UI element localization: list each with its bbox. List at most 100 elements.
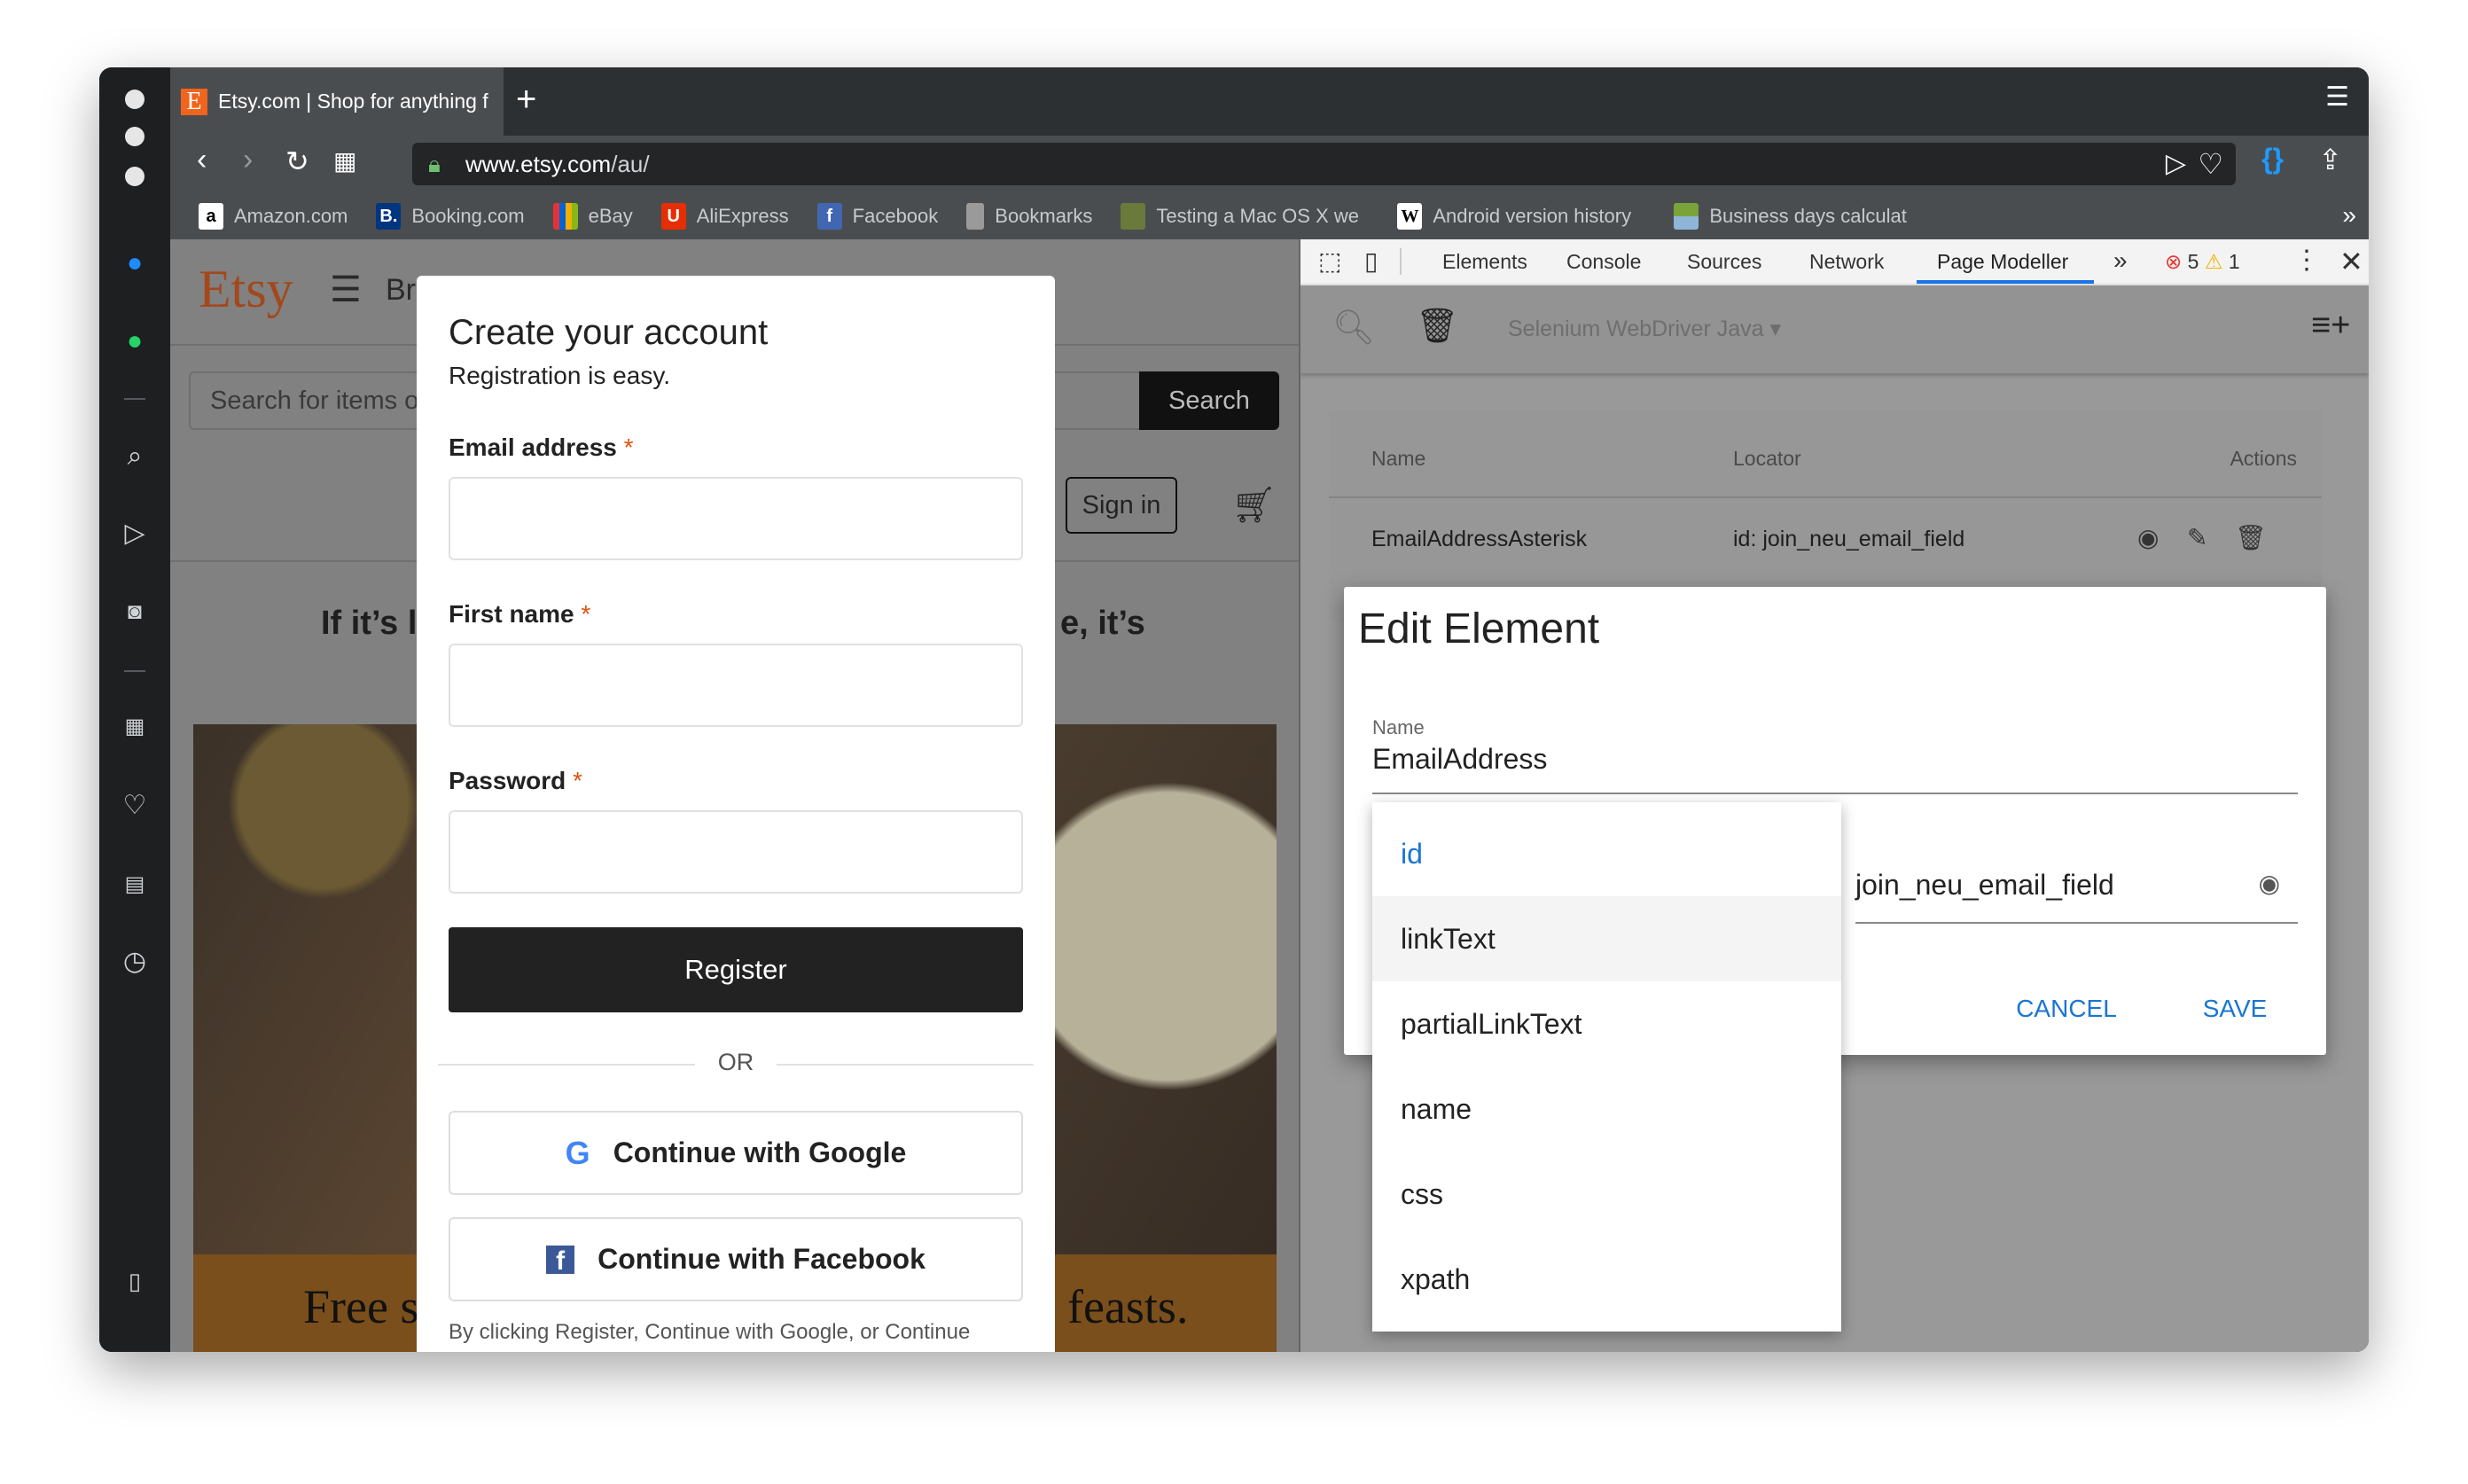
search-document-icon[interactable]: 🔍︎ [1332, 309, 1375, 348]
browser-window: ● ● ⌕ ▷ ◙ ▦ ♡ ▤ ◷ ▯ E Etsy.com | Shop fo… [99, 67, 2369, 1352]
table-row[interactable]: EmailAddressAsterisk id: join_neu_email_… [1329, 498, 2322, 582]
sidebar-toggle-icon[interactable]: ▯ [117, 1263, 152, 1299]
close-window-button[interactable] [125, 90, 144, 109]
more-bookmarks-icon[interactable]: » [2342, 201, 2356, 230]
cancel-button[interactable]: CANCEL [1991, 995, 2142, 1023]
locator-type-dropdown: id linkText partialLinkText name css xpa… [1372, 802, 1841, 1332]
locator-value-input[interactable]: join_neu_email_field ◉ [1855, 869, 2298, 924]
edit-icon[interactable]: ✎ [2187, 523, 2207, 552]
zoom-window-button[interactable] [125, 167, 144, 186]
cart-icon[interactable]: 🛒︎ [1231, 484, 1277, 526]
headline-left: If it’s l [321, 605, 418, 642]
divider [124, 670, 145, 672]
password-field[interactable] [449, 810, 1023, 894]
dialog-title: Edit Element [1358, 605, 1600, 652]
browser-tab[interactable]: E Etsy.com | Shop for anything f [170, 67, 504, 136]
bookmarks-bar: a Amazon.com B. Booking.com eBay U AliExpre… [170, 192, 2369, 239]
heart-icon[interactable]: ♡ [117, 788, 152, 824]
reload-icon[interactable]: ↻ [285, 144, 309, 178]
bookmark-bookmarks[interactable]: Bookmarks [966, 202, 1092, 230]
tab-page-modeller[interactable]: Page Modeller [1937, 250, 2068, 274]
address-bar-row: ‹ › ↻ ▦ 🔒︎ www.etsy.com/au/ ▷ ♡ {} ⇪ [170, 136, 2369, 192]
news-icon[interactable]: ▤ [117, 867, 152, 902]
inspect-element-icon[interactable]: ⬚ [1318, 246, 1341, 276]
name-input[interactable]: EmailAddress [1372, 743, 2298, 794]
email-field[interactable] [449, 477, 1023, 560]
option-xpath[interactable]: xpath [1372, 1237, 1841, 1322]
banner-text-left: Free s [303, 1280, 419, 1333]
kebab-menu-icon[interactable]: ⋮ [2293, 245, 2320, 276]
add-list-icon[interactable]: ≡+ [2311, 307, 2350, 345]
eye-icon[interactable]: ◉ [2259, 869, 2280, 898]
menu-icon[interactable]: ☰ [330, 269, 362, 310]
bookmark-android-history[interactable]: W Android version history [1397, 202, 1645, 230]
option-linktext[interactable]: linkText [1372, 896, 1841, 981]
save-button[interactable]: SAVE [2177, 995, 2292, 1023]
register-button[interactable]: Register [449, 927, 1023, 1012]
bookmark-aliexpress[interactable]: U AliExpress [660, 202, 789, 230]
eye-icon[interactable]: ◉ [2137, 523, 2159, 552]
bookmark-facebook[interactable]: f Facebook [816, 202, 938, 230]
plus-icon[interactable]: + [516, 80, 536, 120]
device-toolbar-icon[interactable]: ▯ [1364, 246, 1378, 276]
or-separator: OR [717, 1049, 754, 1075]
option-id[interactable]: id [1372, 811, 1841, 896]
more-tabs-button[interactable]: » [2113, 246, 2128, 275]
continue-facebook-button[interactable]: f Continue with Facebook [449, 1217, 1023, 1301]
sign-in-button[interactable]: Sign in [1066, 477, 1177, 534]
share-icon[interactable]: ⇪ [2318, 143, 2342, 176]
delete-icon[interactable]: 🗑︎ [2235, 523, 2267, 552]
close-devtools-icon[interactable]: ✕ [2339, 245, 2363, 278]
search-icon[interactable]: ⌕ [117, 439, 152, 474]
page-modeller-toolbar: 🔍︎ 🗑︎ Selenium WebDriver Java ▾ ≡+ ‹› [1300, 285, 2369, 373]
column-header-locator: Locator [1733, 447, 1801, 470]
tab-sources[interactable]: Sources [1687, 250, 1761, 274]
messenger-icon[interactable]: ● [117, 246, 152, 281]
tab-menu-icon[interactable]: ☰ [2325, 82, 2349, 113]
bookmark-business-days[interactable]: Business days calculat [1674, 202, 1917, 230]
delete-list-icon[interactable]: 🗑︎ [1416, 307, 1458, 346]
tab-network[interactable]: Network [1809, 250, 1884, 274]
url-field[interactable]: 🔒︎ www.etsy.com/au/ ▷ ♡ [412, 143, 2236, 185]
tab-console[interactable]: Console [1566, 250, 1641, 274]
error-icon: ⊗ [2165, 250, 2183, 273]
devtools-panel: ⬚ ▯ Elements Console Sources Network Pag… [1300, 239, 2369, 1352]
tab-title: Etsy.com | Shop for anything f [218, 90, 488, 113]
url-domain: www.etsy.com [465, 151, 612, 177]
issues-counter[interactable]: ⊗ 5 ⚠ 1 [2165, 250, 2240, 274]
google-icon: G [565, 1134, 590, 1171]
first-name-field[interactable] [449, 644, 1023, 727]
option-partiallinktext[interactable]: partialLinkText [1372, 981, 1841, 1066]
send-icon[interactable]: ▷ [117, 516, 152, 551]
bookmark-ebay[interactable]: eBay [552, 202, 633, 230]
url-path: /au/ [611, 151, 650, 177]
etsy-search-button[interactable]: Search [1139, 371, 1279, 430]
back-icon[interactable]: ‹ [197, 143, 207, 177]
etsy-logo[interactable]: Etsy [199, 259, 293, 320]
send-page-icon[interactable]: ▷ [2166, 143, 2186, 185]
first-name-label: First name * [449, 600, 591, 628]
devtools-tab-bar: ⬚ ▯ Elements Console Sources Network Pag… [1300, 239, 2369, 285]
bookmark-amazon[interactable]: a Amazon.com [199, 202, 348, 230]
minimize-window-button[interactable] [125, 127, 144, 146]
devtools-splitter[interactable] [1299, 239, 1300, 1352]
speed-dial-icon[interactable]: ▦ [117, 709, 152, 745]
option-name[interactable]: name [1372, 1066, 1841, 1152]
forward-icon[interactable]: › [243, 143, 253, 177]
email-label: Email address * [449, 433, 634, 461]
bookmark-testing-mac[interactable]: Testing a Mac OS X we [1121, 202, 1369, 230]
tiles-icon[interactable]: ▦ [333, 146, 356, 176]
web-page: Etsy ☰ Br Search for items or shops Sear… [170, 239, 1300, 1352]
clock-icon[interactable]: ◷ [117, 944, 152, 980]
extension-braces-icon[interactable]: {} [2261, 143, 2284, 176]
bookmark-heart-icon[interactable]: ♡ [2198, 143, 2223, 185]
framework-select[interactable]: Selenium WebDriver Java ▾ [1508, 316, 1781, 342]
browse-link[interactable]: Br [386, 273, 416, 308]
facebook-icon: f [546, 1245, 575, 1276]
tab-elements[interactable]: Elements [1442, 250, 1527, 274]
whatsapp-icon[interactable]: ● [117, 324, 152, 359]
camera-icon[interactable]: ◙ [117, 593, 152, 629]
option-css[interactable]: css [1372, 1152, 1841, 1237]
bookmark-booking[interactable]: B. Booking.com [376, 202, 525, 230]
continue-google-button[interactable]: G Continue with Google [449, 1111, 1023, 1195]
